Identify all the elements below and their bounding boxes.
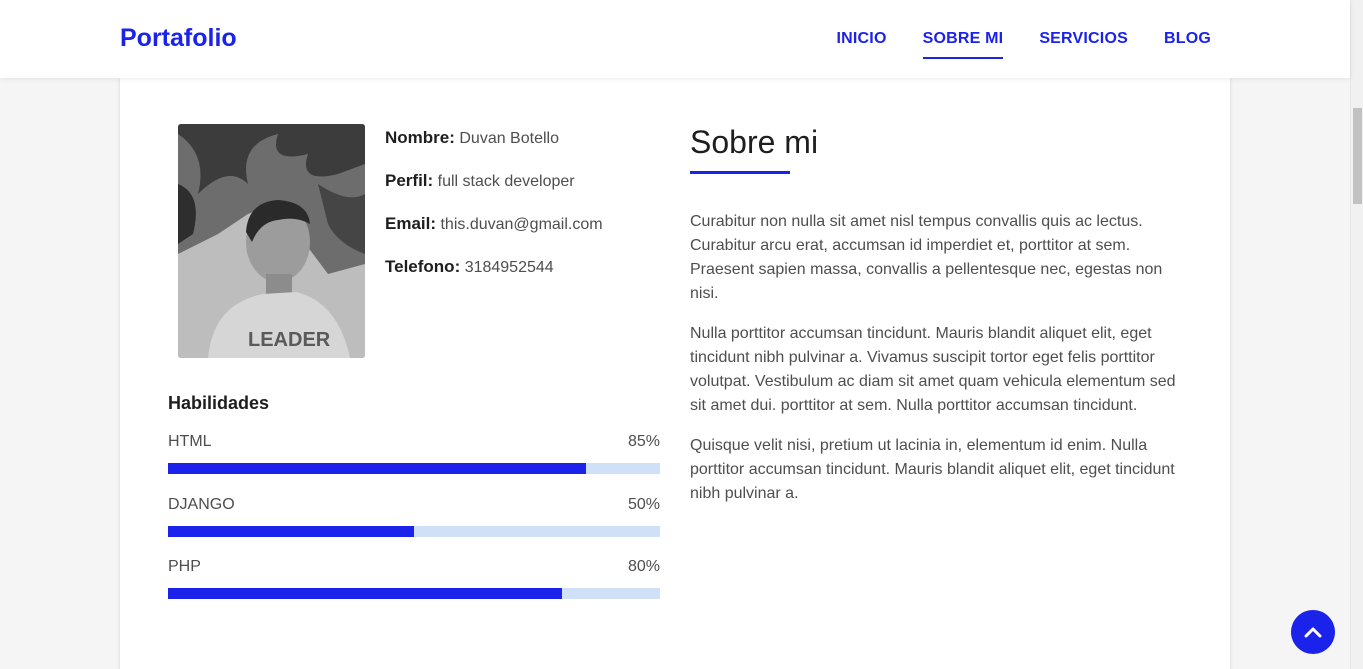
skill-progress-fill — [168, 463, 587, 474]
skill-progress-bar — [168, 463, 660, 474]
brand-logo[interactable]: Portafolio — [120, 24, 237, 53]
profile-phone-row: Telefono: 3184952544 — [385, 257, 603, 277]
profile-name-row: Nombre: Duvan Botello — [385, 128, 603, 148]
profile-name-value: Duvan Botello — [459, 130, 559, 147]
navbar: Portafolio INICIO SOBRE MI SERVICIOS BLO… — [0, 0, 1350, 78]
about-text: Curabitur non nulla sit amet nisl tempus… — [690, 210, 1182, 522]
nav-item-inicio[interactable]: INICIO — [837, 30, 887, 48]
nav-item-servicios[interactable]: SERVICIOS — [1039, 30, 1128, 48]
profile-role-value: full stack developer — [437, 173, 575, 190]
profile-info: Nombre: Duvan Botello Perfil: full stack… — [385, 128, 603, 300]
scrollbar[interactable] — [1350, 0, 1363, 669]
nav-item-blog[interactable]: BLOG — [1164, 30, 1211, 48]
skill-name: HTML — [168, 433, 212, 450]
profile-email-value: this.duvan@gmail.com — [440, 216, 603, 233]
back-to-top-button[interactable] — [1291, 610, 1335, 654]
profile-phone-label: Telefono: — [385, 257, 461, 276]
skill-name: PHP — [168, 558, 201, 575]
about-title: Sobre mi — [690, 124, 819, 160]
about-paragraph: Quisque velit nisi, pretium ut lacinia i… — [690, 437, 1175, 502]
nav-item-sobre-mi[interactable]: SOBRE MI — [922, 30, 1004, 59]
skill-percent: 80% — [627, 558, 660, 575]
skill-percent: 50% — [627, 496, 660, 513]
nav-menu: INICIO SOBRE MI SERVICIOS BLOG — [837, 30, 1212, 59]
scrollbar-thumb[interactable] — [1353, 108, 1362, 204]
skill-percent: 85% — [627, 433, 660, 450]
skills-title: Habilidades — [168, 393, 270, 413]
svg-text:LEADER: LEADER — [248, 329, 331, 351]
skill-progress-bar — [168, 588, 660, 599]
profile-phone-value: 3184952544 — [464, 259, 554, 276]
skill-item: DJANGO 50% — [168, 496, 660, 537]
profile-email-row: Email: this.duvan@gmail.com — [385, 214, 603, 234]
skill-progress-bar — [168, 526, 660, 537]
chevron-up-icon — [1304, 627, 1322, 638]
title-underline — [690, 171, 790, 174]
profile-role-row: Perfil: full stack developer — [385, 171, 603, 191]
skill-item: HTML 85% — [168, 433, 660, 474]
skill-progress-fill — [168, 588, 562, 599]
profile-role-label: Perfil: — [385, 171, 434, 190]
about-paragraph: Curabitur non nulla sit amet nisl tempus… — [690, 213, 1163, 302]
profile-name-label: Nombre: — [385, 128, 455, 147]
skill-progress-fill — [168, 526, 414, 537]
skill-name: DJANGO — [168, 496, 235, 513]
profile-email-label: Email: — [385, 214, 437, 233]
about-paragraph: Nulla porttitor accumsan tincidunt. Maur… — [690, 325, 1176, 414]
about-card: LEADER Nombre: Duvan Botello Perfil: ful… — [120, 60, 1230, 669]
profile-photo: LEADER — [178, 124, 365, 358]
skill-item: PHP 80% — [168, 558, 660, 599]
